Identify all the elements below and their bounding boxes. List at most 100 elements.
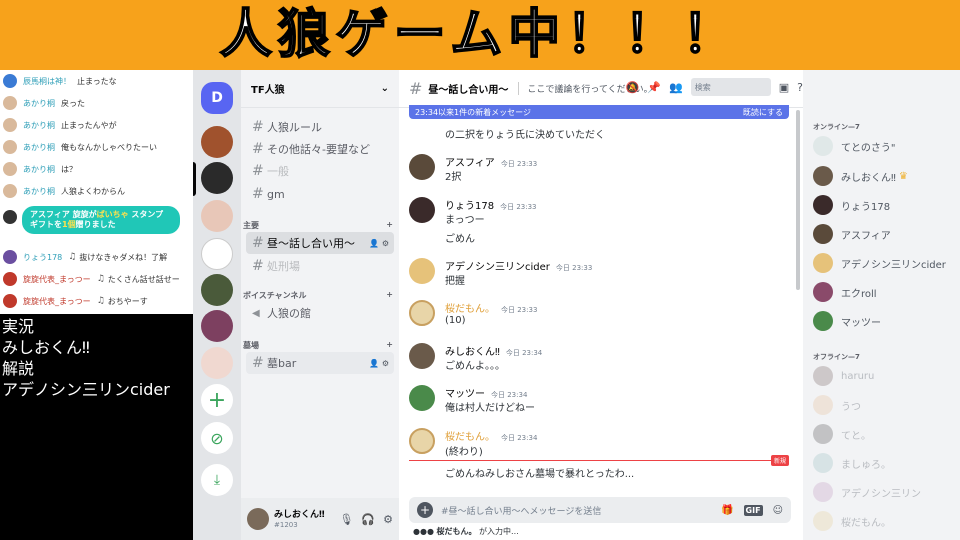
live-chat-message: あかり桐 人狼よくわからん xyxy=(0,180,193,202)
server-icon[interactable] xyxy=(201,126,233,158)
category-main[interactable]: 主要 + xyxy=(243,220,393,231)
member-name: てと。 xyxy=(841,430,871,442)
member-item[interactable]: アデノシン三リンcider xyxy=(813,253,946,273)
add-channel-icon[interactable]: + xyxy=(386,220,393,231)
channel-misc[interactable]: # その他話々-要望など xyxy=(246,138,394,160)
emoji-icon[interactable]: ☺ xyxy=(773,505,783,516)
member-item[interactable]: りょう178 xyxy=(813,195,890,215)
message-author[interactable]: 桜だもん。 今日 23:33 xyxy=(445,300,537,315)
server-icon[interactable] xyxy=(201,347,233,379)
member-item[interactable]: haruru xyxy=(813,366,874,386)
gear-icon[interactable]: ⚙ xyxy=(383,513,393,526)
wolf-server-icon[interactable] xyxy=(201,162,233,194)
channel-settings-icon[interactable]: 👤 ⚙ xyxy=(369,239,389,248)
channel-day-discussion[interactable]: # 昼〜話し合い用〜 👤 ⚙ xyxy=(246,232,394,254)
channel-gm[interactable]: # gm xyxy=(246,183,394,205)
inbox-icon[interactable]: ▣ xyxy=(779,81,789,94)
category-label: 主要 xyxy=(243,221,259,230)
message-author[interactable]: みしおくん‼ 今日 23:34 xyxy=(445,343,542,358)
channel-settings-icon[interactable]: 👤 ⚙ xyxy=(369,359,389,368)
avatar xyxy=(3,118,17,132)
message-author[interactable]: アデノシン三リンcider 今日 23:33 xyxy=(445,258,592,273)
message-author[interactable]: マッツー 今日 23:34 xyxy=(445,385,527,400)
avatar xyxy=(3,140,17,154)
member-item[interactable]: ましゅろ。 xyxy=(813,453,891,473)
member-item[interactable]: みしおくん‼ ♛ xyxy=(813,166,908,186)
music-note-icon: ♫ xyxy=(96,274,105,284)
super-chat-highlight: 1個 xyxy=(62,220,76,229)
member-list: オンライン—7 てとのさう" みしおくん‼ ♛ りょう178 アスフィア アデノシ… xyxy=(803,70,960,540)
mute-bell-icon[interactable]: 🔕 xyxy=(626,81,640,94)
search-input[interactable]: 検索 xyxy=(690,78,771,96)
channel-label: 処刑場 xyxy=(267,260,300,273)
chat-author: あかり桐 xyxy=(23,142,55,152)
category-voice[interactable]: ボイスチャンネル + xyxy=(243,290,393,301)
member-list-icon[interactable]: 👥 xyxy=(669,81,683,94)
add-channel-icon[interactable]: + xyxy=(386,290,393,301)
avatar[interactable] xyxy=(247,508,269,530)
avatar[interactable] xyxy=(409,300,435,326)
member-item[interactable]: てと。 xyxy=(813,424,871,444)
member-item[interactable]: アデノシン三リン xyxy=(813,482,921,502)
member-item[interactable]: 桜だもん。 xyxy=(813,511,891,531)
typing-indicator: ●●● 桜だもん。 が入力中... xyxy=(413,527,519,536)
message-text: (10) xyxy=(445,315,466,326)
discord-home-icon[interactable]: D xyxy=(201,82,233,114)
explore-label: ⊘ xyxy=(210,428,224,448)
live-chat-message: 旋旋代表_まっつー ♫ おちやーす xyxy=(0,290,193,312)
server-icon[interactable] xyxy=(201,274,233,306)
gift-icon[interactable]: 🎁 xyxy=(721,505,733,516)
live-chat-message: 辰馬桐は神！ 止まったな xyxy=(0,70,193,92)
avatar xyxy=(813,395,833,415)
avatar xyxy=(3,184,17,198)
channel-execution[interactable]: # 処刑場 xyxy=(246,255,394,277)
gif-icon[interactable]: GIF xyxy=(743,504,763,516)
add-server-icon[interactable]: + xyxy=(201,384,233,416)
chat-text: 止まったんやが xyxy=(61,120,117,130)
channel-title: 昼〜話し合い用〜 xyxy=(428,85,509,96)
server-icon[interactable] xyxy=(201,238,233,270)
attach-plus-icon[interactable]: + xyxy=(417,502,433,518)
author-name: 桜だもん。 xyxy=(445,304,495,315)
avatar[interactable] xyxy=(409,385,435,411)
avatar xyxy=(3,162,17,176)
category-graveyard[interactable]: 墓場 + xyxy=(243,340,393,351)
new-messages-bar[interactable]: 23:34以来1件の新着メッセージ 既読にする xyxy=(409,105,789,119)
pin-icon[interactable]: 📌 xyxy=(647,81,661,94)
chat-scrollbar[interactable] xyxy=(796,110,800,290)
headphones-icon[interactable]: 🎧 xyxy=(361,513,375,526)
message-author[interactable]: アスフィア 今日 23:33 xyxy=(445,154,537,169)
avatar[interactable] xyxy=(409,428,435,454)
mark-as-read-button[interactable]: 既読にする xyxy=(743,107,783,118)
server-icon[interactable] xyxy=(201,200,233,232)
microphone-icon[interactable]: 🎙 xyxy=(339,513,353,526)
avatar[interactable] xyxy=(409,197,435,223)
avatar[interactable] xyxy=(409,343,435,369)
message-author[interactable]: 桜だもん。 今日 23:34 xyxy=(445,428,537,443)
message-time: 今日 23:33 xyxy=(555,264,593,272)
member-item[interactable]: てとのさう" xyxy=(813,136,896,156)
avatar xyxy=(3,294,17,308)
channel-rules[interactable]: # 人狼ルール xyxy=(246,116,394,138)
message-author[interactable]: りょう178 今日 23:33 xyxy=(445,197,537,212)
channel-general[interactable]: # 一般 xyxy=(246,160,394,182)
avatar xyxy=(813,453,833,473)
explore-compass-icon[interactable]: ⊘ xyxy=(201,422,233,454)
member-item[interactable]: エクroll xyxy=(813,282,877,302)
avatar xyxy=(813,253,833,273)
add-channel-icon[interactable]: + xyxy=(386,340,393,351)
message-text: (終わり) xyxy=(445,447,483,458)
member-item[interactable]: うつ xyxy=(813,395,861,415)
member-item[interactable]: マッツー xyxy=(813,311,881,331)
voice-channel-mansion[interactable]: ◀ 人狼の館 xyxy=(246,302,394,324)
avatar[interactable] xyxy=(409,154,435,180)
message-input[interactable]: + #昼〜話し合い用〜へメッセージを送信 🎁 GIF ☺ xyxy=(409,497,791,523)
download-icon[interactable]: ⤓ xyxy=(201,464,233,496)
super-chat-sticker: アスフィア 旋旋がぱいちゃ スタンプ ギフトを1個贈りました xyxy=(22,206,180,234)
avatar[interactable] xyxy=(409,258,435,284)
member-item[interactable]: アスフィア xyxy=(813,224,891,244)
channel-grave-bar[interactable]: # 墓bar 👤 ⚙ xyxy=(246,352,394,374)
server-header[interactable]: TF人狼 ⌄ xyxy=(241,70,399,108)
server-icon[interactable] xyxy=(201,310,233,342)
member-name: 桜だもん。 xyxy=(841,517,891,529)
